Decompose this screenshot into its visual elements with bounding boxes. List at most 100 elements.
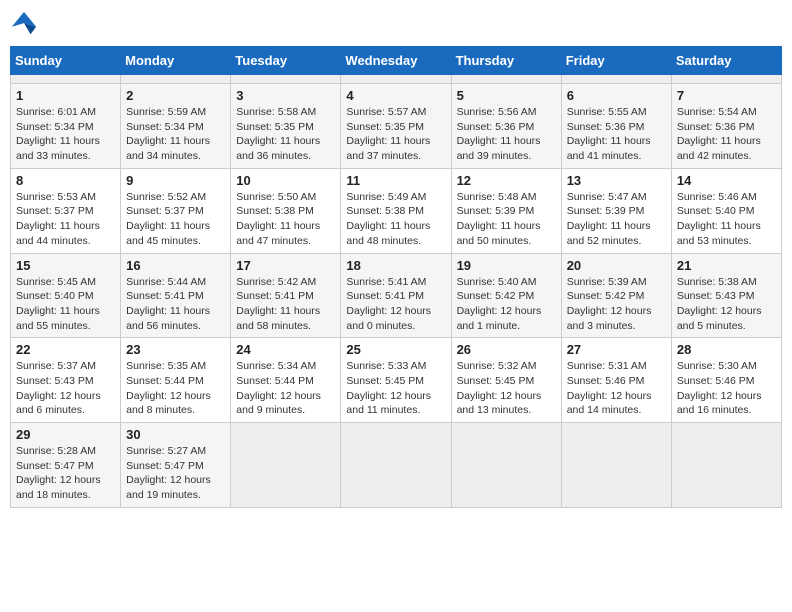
day-info: Sunrise: 5:50 AM Sunset: 5:38 PM Dayligh… [236, 190, 335, 249]
calendar-cell: 13 Sunrise: 5:47 AM Sunset: 5:39 PM Dayl… [561, 168, 671, 253]
calendar-cell: 26 Sunrise: 5:32 AM Sunset: 5:45 PM Dayl… [451, 338, 561, 423]
day-number: 3 [236, 88, 335, 103]
calendar-cell: 5 Sunrise: 5:56 AM Sunset: 5:36 PM Dayli… [451, 84, 561, 169]
calendar-cell: 20 Sunrise: 5:39 AM Sunset: 5:42 PM Dayl… [561, 253, 671, 338]
calendar-cell: 15 Sunrise: 5:45 AM Sunset: 5:40 PM Dayl… [11, 253, 121, 338]
day-number: 11 [346, 173, 445, 188]
weekday-thursday: Thursday [451, 47, 561, 75]
day-number: 29 [16, 427, 115, 442]
day-number: 17 [236, 258, 335, 273]
calendar-week-3: 15 Sunrise: 5:45 AM Sunset: 5:40 PM Dayl… [11, 253, 782, 338]
day-info: Sunrise: 5:27 AM Sunset: 5:47 PM Dayligh… [126, 444, 225, 503]
calendar-cell [561, 423, 671, 508]
calendar-cell [671, 423, 781, 508]
calendar-body: 1 Sunrise: 6:01 AM Sunset: 5:34 PM Dayli… [11, 75, 782, 508]
day-info: Sunrise: 5:33 AM Sunset: 5:45 PM Dayligh… [346, 359, 445, 418]
weekday-sunday: Sunday [11, 47, 121, 75]
weekday-friday: Friday [561, 47, 671, 75]
day-number: 30 [126, 427, 225, 442]
day-info: Sunrise: 5:32 AM Sunset: 5:45 PM Dayligh… [457, 359, 556, 418]
calendar-cell: 8 Sunrise: 5:53 AM Sunset: 5:37 PM Dayli… [11, 168, 121, 253]
day-info: Sunrise: 5:55 AM Sunset: 5:36 PM Dayligh… [567, 105, 666, 164]
day-number: 14 [677, 173, 776, 188]
calendar-week-1: 1 Sunrise: 6:01 AM Sunset: 5:34 PM Dayli… [11, 84, 782, 169]
day-info: Sunrise: 5:30 AM Sunset: 5:46 PM Dayligh… [677, 359, 776, 418]
weekday-monday: Monday [121, 47, 231, 75]
day-number: 21 [677, 258, 776, 273]
calendar-cell: 1 Sunrise: 6:01 AM Sunset: 5:34 PM Dayli… [11, 84, 121, 169]
calendar-cell [231, 75, 341, 84]
logo-icon [10, 10, 38, 38]
calendar-cell: 3 Sunrise: 5:58 AM Sunset: 5:35 PM Dayli… [231, 84, 341, 169]
day-number: 6 [567, 88, 666, 103]
calendar-cell: 6 Sunrise: 5:55 AM Sunset: 5:36 PM Dayli… [561, 84, 671, 169]
calendar-cell: 24 Sunrise: 5:34 AM Sunset: 5:44 PM Dayl… [231, 338, 341, 423]
page-header [10, 10, 782, 38]
day-info: Sunrise: 5:59 AM Sunset: 5:34 PM Dayligh… [126, 105, 225, 164]
day-number: 10 [236, 173, 335, 188]
day-info: Sunrise: 5:31 AM Sunset: 5:46 PM Dayligh… [567, 359, 666, 418]
day-number: 8 [16, 173, 115, 188]
day-number: 13 [567, 173, 666, 188]
calendar-cell [341, 423, 451, 508]
day-info: Sunrise: 5:46 AM Sunset: 5:40 PM Dayligh… [677, 190, 776, 249]
day-number: 12 [457, 173, 556, 188]
day-number: 24 [236, 342, 335, 357]
calendar-cell: 10 Sunrise: 5:50 AM Sunset: 5:38 PM Dayl… [231, 168, 341, 253]
calendar-cell: 29 Sunrise: 5:28 AM Sunset: 5:47 PM Dayl… [11, 423, 121, 508]
day-info: Sunrise: 5:34 AM Sunset: 5:44 PM Dayligh… [236, 359, 335, 418]
calendar-week-5: 29 Sunrise: 5:28 AM Sunset: 5:47 PM Dayl… [11, 423, 782, 508]
day-info: Sunrise: 5:49 AM Sunset: 5:38 PM Dayligh… [346, 190, 445, 249]
day-info: Sunrise: 5:44 AM Sunset: 5:41 PM Dayligh… [126, 275, 225, 334]
calendar-cell [341, 75, 451, 84]
logo [10, 10, 42, 38]
day-number: 4 [346, 88, 445, 103]
day-number: 7 [677, 88, 776, 103]
day-number: 23 [126, 342, 225, 357]
calendar-cell: 9 Sunrise: 5:52 AM Sunset: 5:37 PM Dayli… [121, 168, 231, 253]
calendar-cell: 4 Sunrise: 5:57 AM Sunset: 5:35 PM Dayli… [341, 84, 451, 169]
weekday-tuesday: Tuesday [231, 47, 341, 75]
calendar-cell [671, 75, 781, 84]
weekday-header-row: SundayMondayTuesdayWednesdayThursdayFrid… [11, 47, 782, 75]
calendar-cell: 11 Sunrise: 5:49 AM Sunset: 5:38 PM Dayl… [341, 168, 451, 253]
day-number: 28 [677, 342, 776, 357]
day-info: Sunrise: 5:56 AM Sunset: 5:36 PM Dayligh… [457, 105, 556, 164]
day-number: 16 [126, 258, 225, 273]
day-info: Sunrise: 5:52 AM Sunset: 5:37 PM Dayligh… [126, 190, 225, 249]
day-number: 1 [16, 88, 115, 103]
calendar-cell [11, 75, 121, 84]
calendar-week-0 [11, 75, 782, 84]
calendar-cell: 25 Sunrise: 5:33 AM Sunset: 5:45 PM Dayl… [341, 338, 451, 423]
day-number: 22 [16, 342, 115, 357]
day-number: 19 [457, 258, 556, 273]
day-info: Sunrise: 5:35 AM Sunset: 5:44 PM Dayligh… [126, 359, 225, 418]
day-info: Sunrise: 5:58 AM Sunset: 5:35 PM Dayligh… [236, 105, 335, 164]
day-info: Sunrise: 5:42 AM Sunset: 5:41 PM Dayligh… [236, 275, 335, 334]
day-number: 25 [346, 342, 445, 357]
calendar-cell [451, 75, 561, 84]
day-info: Sunrise: 5:48 AM Sunset: 5:39 PM Dayligh… [457, 190, 556, 249]
day-info: Sunrise: 5:39 AM Sunset: 5:42 PM Dayligh… [567, 275, 666, 334]
day-number: 15 [16, 258, 115, 273]
day-info: Sunrise: 5:40 AM Sunset: 5:42 PM Dayligh… [457, 275, 556, 334]
calendar-week-2: 8 Sunrise: 5:53 AM Sunset: 5:37 PM Dayli… [11, 168, 782, 253]
calendar-table: SundayMondayTuesdayWednesdayThursdayFrid… [10, 46, 782, 508]
day-info: Sunrise: 5:28 AM Sunset: 5:47 PM Dayligh… [16, 444, 115, 503]
calendar-cell [231, 423, 341, 508]
day-info: Sunrise: 5:54 AM Sunset: 5:36 PM Dayligh… [677, 105, 776, 164]
day-info: Sunrise: 5:45 AM Sunset: 5:40 PM Dayligh… [16, 275, 115, 334]
calendar-cell: 22 Sunrise: 5:37 AM Sunset: 5:43 PM Dayl… [11, 338, 121, 423]
calendar-cell: 14 Sunrise: 5:46 AM Sunset: 5:40 PM Dayl… [671, 168, 781, 253]
calendar-cell: 7 Sunrise: 5:54 AM Sunset: 5:36 PM Dayli… [671, 84, 781, 169]
day-number: 26 [457, 342, 556, 357]
calendar-cell: 16 Sunrise: 5:44 AM Sunset: 5:41 PM Dayl… [121, 253, 231, 338]
calendar-cell: 21 Sunrise: 5:38 AM Sunset: 5:43 PM Dayl… [671, 253, 781, 338]
calendar-cell: 19 Sunrise: 5:40 AM Sunset: 5:42 PM Dayl… [451, 253, 561, 338]
day-info: Sunrise: 6:01 AM Sunset: 5:34 PM Dayligh… [16, 105, 115, 164]
calendar-cell: 18 Sunrise: 5:41 AM Sunset: 5:41 PM Dayl… [341, 253, 451, 338]
day-info: Sunrise: 5:57 AM Sunset: 5:35 PM Dayligh… [346, 105, 445, 164]
day-number: 5 [457, 88, 556, 103]
day-number: 20 [567, 258, 666, 273]
calendar-cell [561, 75, 671, 84]
